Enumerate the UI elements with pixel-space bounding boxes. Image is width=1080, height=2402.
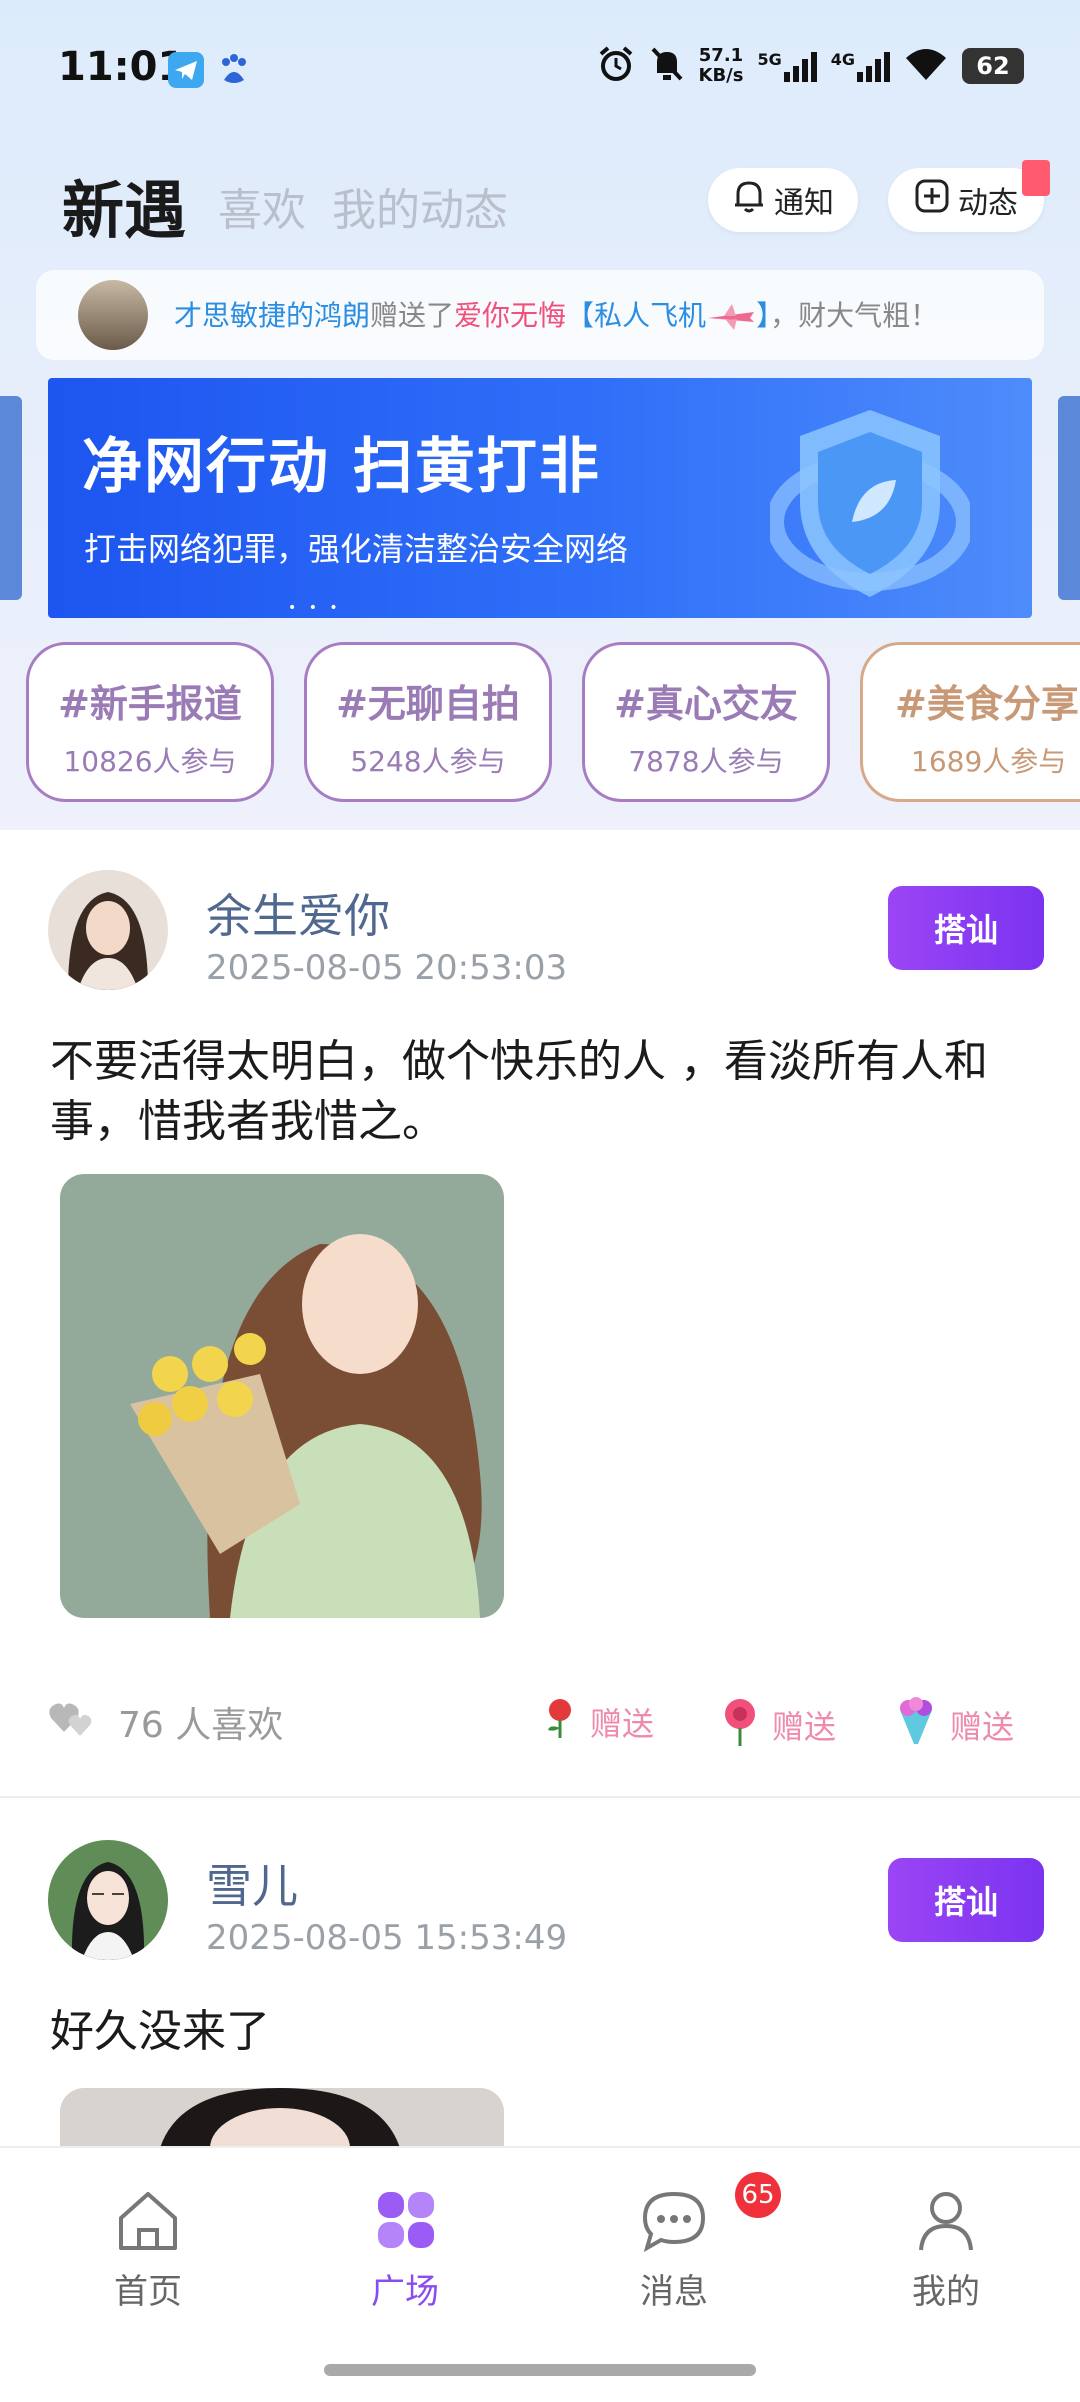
nav-label: 首页	[114, 2272, 182, 2312]
topic-card[interactable]: #无聊自拍 5248人参与	[304, 642, 552, 802]
shield-icon	[766, 392, 974, 610]
net-speed-unit: KB/s	[698, 65, 744, 86]
nav-label: 我的	[912, 2272, 980, 2312]
banner-carousel[interactable]: 净网行动 扫黄打非 打击网络犯罪，强化清洁整治安全网络 • • •	[48, 378, 1032, 618]
bell-icon	[732, 178, 766, 222]
chat-up-button[interactable]: 搭讪	[888, 886, 1044, 970]
topic-count: 10826人参与	[63, 745, 237, 778]
status-time: 11:01	[58, 44, 186, 90]
gift-bouquet-button[interactable]: 赠送	[892, 1696, 1014, 1754]
post-divider	[0, 1796, 1080, 1798]
ticker-suffix: ，财大气粗！	[770, 299, 939, 332]
home-indicator[interactable]	[324, 2364, 756, 2376]
topic-name: #美食分享	[895, 682, 1079, 726]
post-text: 不要活得太明白，做个快乐的人 ，看淡所有人和事，惜我者我惜之。	[50, 1036, 988, 1147]
nav-square[interactable]: 广场	[325, 2188, 485, 2313]
post-image[interactable]	[60, 2088, 504, 2148]
signal-icon	[857, 50, 890, 82]
net-speed-value: 57.1	[698, 45, 744, 66]
post-button[interactable]: 动态	[888, 168, 1044, 232]
ticker-gift-end: 】	[756, 299, 771, 332]
nav-home[interactable]: 首页	[68, 2188, 228, 2313]
net-type-5g: 5G	[757, 50, 782, 69]
page-title: 新遇	[62, 174, 187, 247]
battery-icon: 62	[962, 48, 1024, 84]
notify-button[interactable]: 通知	[708, 168, 858, 232]
gift-pink-rose-button[interactable]: 赠送	[718, 1696, 836, 1754]
banner-indicator: • • •	[288, 600, 342, 616]
home-icon	[68, 2188, 228, 2258]
chat-up-button[interactable]: 搭讪	[888, 1858, 1044, 1942]
signal-4g: 4G	[831, 50, 890, 82]
nav-messages[interactable]: 65 消息	[594, 2172, 781, 2313]
plane-icon	[706, 299, 756, 332]
baidu-icon	[218, 52, 250, 88]
post-time: 2025-08-05 15:53:49	[206, 1918, 568, 1958]
alarm-icon	[597, 45, 635, 87]
post-text: 好久没来了	[50, 2006, 270, 2057]
tab-my-posts[interactable]: 我的动态	[332, 174, 508, 238]
banner-prev-peek	[0, 396, 22, 600]
ticker-action: 赠送了	[370, 299, 455, 332]
topic-count: 1689人参与	[911, 745, 1067, 778]
clover-icon	[325, 2188, 485, 2258]
add-square-icon	[914, 178, 950, 222]
post-label: 动态	[958, 186, 1018, 221]
net-type-4g: 4G	[830, 50, 855, 69]
post-time: 2025-08-05 20:53:03	[206, 948, 568, 988]
red-packet-icon[interactable]	[1022, 160, 1050, 196]
avatar[interactable]	[48, 870, 168, 990]
message-badge: 65	[735, 2172, 781, 2218]
topic-name: #无聊自拍	[336, 682, 520, 726]
post-username[interactable]: 余生爱你	[206, 880, 390, 946]
topic-name: #新手报道	[58, 682, 242, 726]
gift-ticker[interactable]: 才思敏捷的鸿朗赠送了爱你无悔【私人飞机 】，财大气粗！	[36, 270, 1044, 360]
avatar	[78, 280, 148, 350]
likes-count: 76 人喜欢	[118, 1705, 284, 1746]
gift-label: 赠送	[590, 1705, 655, 1743]
chat-bubble-icon	[642, 2191, 706, 2253]
ticker-target: 爱你无悔	[454, 299, 567, 332]
nav-label: 广场	[371, 2272, 439, 2312]
gift-label: 赠送	[772, 1708, 837, 1746]
banner-next-peek	[1058, 396, 1080, 600]
status-bar: 11:01 57.1 KB/s 5G 4G 62	[0, 0, 1080, 130]
pink-rose-icon	[718, 1696, 762, 1754]
banner-subtitle: 打击网络犯罪，强化清洁整治安全网络	[84, 530, 629, 568]
wifi-icon	[904, 46, 948, 86]
likes-summary[interactable]: 76 人喜欢	[48, 1696, 283, 1748]
gift-rose-button[interactable]: 赠送	[540, 1696, 654, 1748]
topic-card[interactable]: #美食分享 1689人参与	[860, 642, 1080, 802]
post-username[interactable]: 雪儿	[206, 1850, 298, 1916]
avatar[interactable]	[48, 1840, 168, 1960]
ticker-text: 才思敏捷的鸿朗赠送了爱你无悔【私人飞机 】，财大气粗！	[174, 294, 938, 334]
notify-label: 通知	[774, 186, 834, 221]
topic-card[interactable]: #真心交友 7878人参与	[582, 642, 830, 802]
tab-likes[interactable]: 喜欢	[218, 174, 306, 238]
banner-title: 净网行动 扫黄打非	[82, 432, 601, 502]
topic-name: #真心交友	[614, 682, 798, 726]
message-icon-wrap: 65	[639, 2172, 781, 2258]
ticker-gift: 【私人飞机	[566, 299, 707, 332]
mute-icon	[649, 45, 685, 87]
person-icon	[866, 2188, 1026, 2258]
ticker-user: 才思敏捷的鸿朗	[174, 299, 371, 332]
nav-profile[interactable]: 我的	[866, 2188, 1026, 2313]
topic-card[interactable]: #新手报道 10826人参与	[26, 642, 274, 802]
rose-icon	[540, 1696, 580, 1748]
gift-label: 赠送	[950, 1708, 1015, 1746]
topic-count: 5248人参与	[350, 745, 506, 778]
topic-count: 7878人参与	[628, 745, 784, 778]
bouquet-icon	[892, 1696, 940, 1754]
net-speed: 57.1 KB/s	[699, 46, 744, 86]
signal-icon	[783, 50, 817, 82]
telegram-icon	[168, 52, 204, 88]
hearts-icon	[48, 1698, 96, 1747]
nav-label: 消息	[640, 2272, 708, 2312]
signal-5g: 5G	[757, 50, 817, 82]
post-image[interactable]	[60, 1174, 504, 1618]
